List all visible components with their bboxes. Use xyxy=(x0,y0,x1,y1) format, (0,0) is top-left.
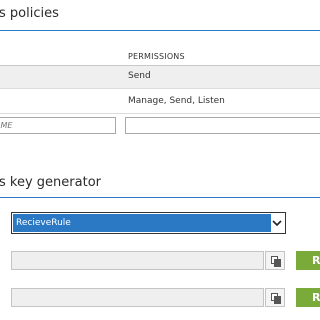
policy-row-1[interactable]: Send xyxy=(0,66,320,88)
regenerate-primary-key-button[interactable]: R xyxy=(296,251,320,270)
regenerate-secondary-key-button[interactable]: R xyxy=(296,288,320,307)
policy-select-value: RecieveRule xyxy=(13,214,271,232)
row-divider xyxy=(0,88,320,89)
key-generator-title: s key generator xyxy=(0,175,101,190)
copy-secondary-key-button[interactable] xyxy=(265,288,285,307)
key-generator-title-divider xyxy=(0,197,320,198)
policy-row-2[interactable]: Manage, Send, Listen xyxy=(0,91,320,113)
policy-select-dropdown[interactable]: RecieveRule xyxy=(11,212,286,234)
chevron-down-icon xyxy=(271,215,283,231)
row-divider xyxy=(0,113,320,114)
policy-row-permissions: Send xyxy=(128,71,151,81)
policy-row-permissions: Manage, Send, Listen xyxy=(128,96,225,106)
new-policy-permissions-input[interactable] xyxy=(125,117,320,134)
primary-key-field[interactable] xyxy=(11,251,264,270)
new-policy-name-input[interactable] xyxy=(0,117,116,134)
copy-primary-key-button[interactable] xyxy=(265,251,285,270)
policies-title: s policies xyxy=(0,6,59,21)
secondary-key-field[interactable] xyxy=(11,288,264,307)
policies-title-divider xyxy=(0,30,320,31)
permissions-column-header: PERMISSIONS xyxy=(128,52,185,61)
